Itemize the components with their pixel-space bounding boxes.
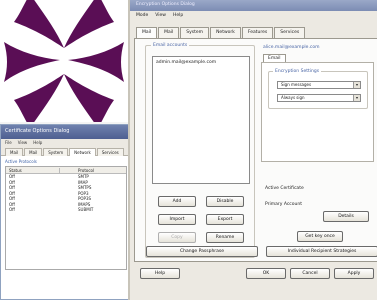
tab-panel: Email accounts admin.mail@example.com Ad… bbox=[134, 38, 377, 262]
tab-services[interactable]: Services bbox=[274, 27, 306, 38]
active-certificate-label: Active Certificate bbox=[265, 186, 304, 191]
bg-menu-view[interactable]: View bbox=[18, 140, 28, 145]
details-button[interactable]: Details bbox=[323, 211, 369, 222]
background-menubar: File View Help bbox=[1, 139, 129, 146]
encryption-settings-title: Encryption Settings bbox=[273, 69, 322, 74]
background-window: Certificate Options Dialog File View Hel… bbox=[0, 124, 130, 300]
background-tabs: Mail Mail System Network Services bbox=[1, 146, 129, 156]
cell-status: Off bbox=[9, 174, 15, 180]
get-key-button[interactable]: Get key once bbox=[297, 231, 343, 242]
menu-mode[interactable]: Mode bbox=[136, 13, 148, 18]
tab-system[interactable]: System bbox=[180, 27, 210, 38]
dialog-tabs: Mail Mail System Network Features Servic… bbox=[136, 27, 306, 39]
menu-view[interactable]: View bbox=[155, 13, 166, 18]
logo-graphic bbox=[4, 0, 124, 122]
bg-menu-help[interactable]: Help bbox=[33, 140, 42, 145]
change-passphrase-button[interactable]: Change Passphrase bbox=[146, 246, 258, 257]
cell-protocol: SMTPS bbox=[78, 185, 92, 191]
cell-status: Off bbox=[9, 201, 15, 207]
accounts-group: Email accounts admin.mail@example.com Ad… bbox=[145, 43, 255, 258]
table-row[interactable]: Off SUBMIT bbox=[6, 207, 126, 213]
tab-network[interactable]: Network bbox=[210, 27, 241, 38]
rename-button[interactable]: Rename bbox=[206, 232, 244, 243]
cell-status: Off bbox=[9, 185, 15, 191]
dialog-menubar: Mode View Help bbox=[130, 11, 377, 20]
cell-protocol: SUBMIT bbox=[78, 207, 94, 213]
options-dialog: Encryption Options Dialog Mode View Help… bbox=[128, 0, 377, 300]
cancel-button[interactable]: Cancel bbox=[290, 268, 330, 279]
bg-menu-file[interactable]: File bbox=[5, 140, 12, 145]
bg-tab-2[interactable]: Mail bbox=[24, 148, 43, 156]
background-window-title: Certificate Options Dialog bbox=[1, 125, 129, 139]
cell-protocol: POP3S bbox=[78, 196, 92, 202]
cell-status: Off bbox=[9, 179, 15, 185]
email-panel: Encryption Settings Sign messages ▾ Alwa… bbox=[261, 62, 374, 162]
add-button[interactable]: Add bbox=[158, 196, 196, 207]
chevron-down-icon[interactable]: ▾ bbox=[353, 95, 360, 101]
chevron-down-icon[interactable]: ▾ bbox=[353, 82, 360, 88]
background-content: Active Protocols Status Protocol Off SMTP… bbox=[1, 156, 129, 273]
accounts-group-title: Email accounts bbox=[151, 43, 190, 48]
apply-button[interactable]: Apply bbox=[334, 268, 374, 279]
sign-policy-select[interactable]: Always sign ▾ bbox=[277, 94, 361, 102]
export-button[interactable]: Export bbox=[206, 214, 244, 225]
column-header-protocol[interactable]: Protocol bbox=[60, 168, 94, 173]
protocols-table: Status Protocol Off SMTP Off IMAP Off SMTPS… bbox=[5, 166, 127, 270]
import-button[interactable]: Import bbox=[158, 214, 196, 225]
bg-tab-3[interactable]: System bbox=[43, 148, 69, 156]
menu-help[interactable]: Help bbox=[173, 13, 183, 18]
bg-tab-4[interactable]: Network bbox=[69, 148, 96, 156]
encryption-settings-group: Encryption Settings Sign messages ▾ Alwa… bbox=[268, 69, 368, 109]
ok-button[interactable]: OK bbox=[246, 268, 286, 279]
help-button[interactable]: Help bbox=[140, 268, 180, 279]
sign-policy-value: Always sign bbox=[281, 95, 305, 100]
dialog-title: Encryption Options Dialog bbox=[130, 0, 377, 11]
cell-status: Off bbox=[9, 196, 15, 202]
sign-mode-select[interactable]: Sign messages ▾ bbox=[277, 81, 361, 89]
disable-button[interactable]: Disable bbox=[206, 196, 244, 207]
bg-tab-1[interactable]: Mail bbox=[5, 148, 24, 156]
tab-mail-2[interactable]: Mail bbox=[158, 27, 180, 38]
account-details: alice.mail@example.com Email Encryption … bbox=[261, 45, 376, 258]
details-title: alice.mail@example.com bbox=[263, 45, 320, 50]
accounts-list[interactable]: admin.mail@example.com bbox=[152, 56, 250, 184]
copy-button[interactable]: Copy bbox=[158, 232, 196, 243]
recipient-strategies-button[interactable]: Individual Recipient Strategies bbox=[266, 246, 377, 257]
protocols-table-header: Status Protocol bbox=[6, 167, 126, 174]
bg-tab-5[interactable]: Services bbox=[96, 148, 124, 156]
protocols-group-label: Active Protocols bbox=[5, 159, 37, 164]
cell-protocol: POP3 bbox=[78, 190, 89, 196]
sign-mode-value: Sign messages bbox=[281, 82, 312, 87]
app-logo bbox=[0, 0, 128, 122]
primary-account-label: Primary Account bbox=[265, 202, 302, 207]
cell-protocol: SMTP bbox=[78, 174, 89, 180]
cell-status: Off bbox=[9, 190, 15, 196]
list-item[interactable]: admin.mail@example.com bbox=[153, 57, 249, 68]
cell-protocol: IMAPS bbox=[78, 201, 91, 207]
cell-protocol: IMAP bbox=[78, 179, 88, 185]
tab-features[interactable]: Features bbox=[241, 27, 274, 38]
column-header-status[interactable]: Status bbox=[6, 167, 60, 173]
cell-status: Off bbox=[9, 207, 15, 213]
